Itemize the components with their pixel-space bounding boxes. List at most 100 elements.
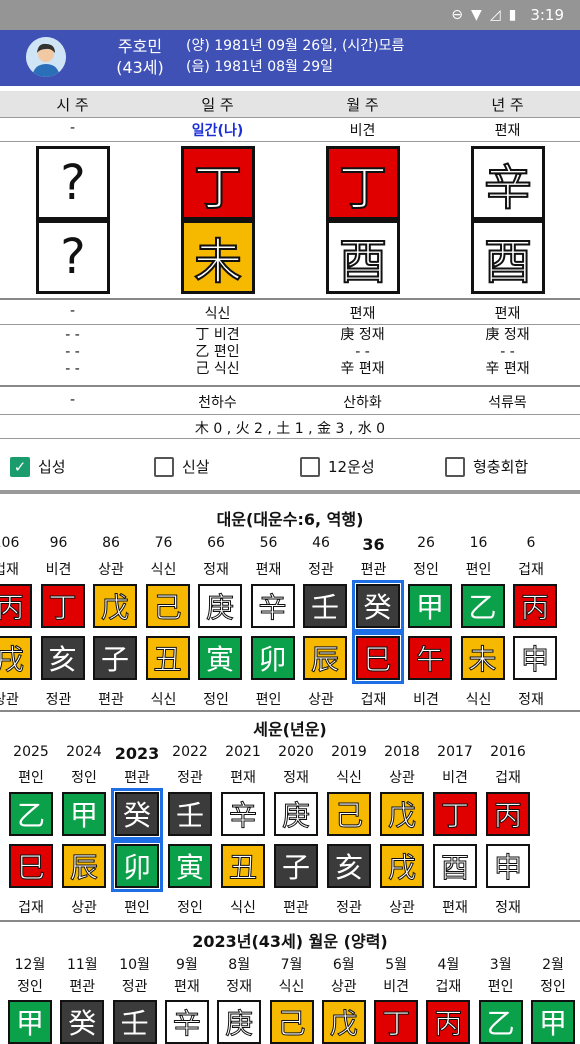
daeun-stem-tile[interactable]: 戊 xyxy=(93,584,137,628)
daeun-stem-tile[interactable]: 丁 xyxy=(40,584,85,628)
wolun-month: 8월 xyxy=(228,957,251,973)
minus-circle-icon: ⊖ xyxy=(451,7,464,23)
seun-top-god: 편재 xyxy=(230,770,256,786)
seun-stem-tile[interactable]: 甲 xyxy=(62,792,106,836)
daeun-branch-tile[interactable]: 卯 xyxy=(250,636,295,680)
seun-branch-tile[interactable]: 卯 xyxy=(111,840,163,892)
daeun-top-god: 상관 xyxy=(98,562,124,578)
daeun-stem-tile[interactable]: 丙 xyxy=(0,584,32,628)
month-stem-tile[interactable]: 丁 xyxy=(326,146,400,220)
seun-stem-tile[interactable]: 戊 xyxy=(380,792,424,836)
wolun-stem-tile[interactable]: 丙 xyxy=(426,1000,471,1044)
seun-branch-tile[interactable]: 酉 xyxy=(433,844,477,888)
option-sipseong[interactable]: ✓ 십성 xyxy=(10,456,66,477)
seun-branch-tile[interactable]: 巳 xyxy=(9,844,53,888)
wolun-month: 12월 xyxy=(14,957,46,973)
seun-stem-tile[interactable]: 庚 xyxy=(274,792,318,836)
seun-branch-tile[interactable]: 戌 xyxy=(380,844,424,888)
daeun-branch-tile[interactable]: 申 xyxy=(513,636,557,680)
seun-top-god: 편인 xyxy=(18,770,44,786)
daeun-stem-tile[interactable]: 癸 xyxy=(351,580,404,632)
seun-stem-tile[interactable]: 丁 xyxy=(433,792,477,836)
hour-stem-tile[interactable]: ? xyxy=(36,146,110,220)
day-branch-tile[interactable]: 未 xyxy=(181,220,255,294)
daeun-branch-tile[interactable]: 戌 xyxy=(0,636,32,680)
daeun-top-god: 정재 xyxy=(203,562,229,578)
checkbox-icon[interactable] xyxy=(300,456,320,477)
day-stem-tile[interactable]: 丁 xyxy=(181,146,255,220)
seun-stem-tile[interactable]: 辛 xyxy=(221,792,265,836)
wolun-stem-tile[interactable]: 戊 xyxy=(321,1000,366,1044)
seun-branch-tile[interactable]: 申 xyxy=(486,844,530,888)
wolun-stem-tile[interactable]: 己 xyxy=(269,1000,314,1044)
daeun-branch-tile[interactable]: 寅 xyxy=(198,636,242,680)
seun-branch-tile[interactable]: 亥 xyxy=(327,844,371,888)
wolun-stem-tile[interactable]: 癸 xyxy=(60,1000,105,1044)
daeun-branch-tile[interactable]: 亥 xyxy=(40,636,85,680)
daeun-branch-tile[interactable]: 子 xyxy=(93,636,137,680)
wolun-title: 2023년(43세) 월운 (양력) xyxy=(192,932,388,951)
daeun-branch-tile[interactable]: 未 xyxy=(460,636,505,680)
seun-top-god: 정인 xyxy=(71,770,97,786)
daeun-bottom-god: 편인 xyxy=(255,692,282,708)
option-12unseong[interactable]: 12운성 xyxy=(300,456,375,477)
daeun-top-god: 정관 xyxy=(308,562,334,578)
daeun-bottom-god: 편관 xyxy=(98,692,124,708)
wolun-stem-tile[interactable]: 乙 xyxy=(478,1000,523,1044)
daeun-top-god: 편인 xyxy=(465,562,492,578)
seun-branch-tile[interactable]: 寅 xyxy=(168,844,212,888)
year-branch-tile[interactable]: 酉 xyxy=(471,220,545,294)
branch-god-year: 편재 xyxy=(494,306,521,322)
daeun-age: 106 xyxy=(0,535,20,551)
seun-stem-tile[interactable]: 己 xyxy=(327,792,371,836)
seun-branch-tile[interactable]: 子 xyxy=(274,844,318,888)
seun-branch-tile[interactable]: 辰 xyxy=(62,844,106,888)
wolun-stem-tile[interactable]: 壬 xyxy=(112,1000,157,1044)
wolun-stem-tile[interactable]: 丁 xyxy=(374,1000,419,1044)
wolun-top-god: 정재 xyxy=(226,979,253,995)
branch-god-month: 편재 xyxy=(349,306,376,322)
seun-branch-tile[interactable]: 丑 xyxy=(221,844,265,888)
seun-stem-tile[interactable]: 丙 xyxy=(486,792,530,836)
daeun-bottom-god: 겁재 xyxy=(360,692,387,708)
daeun-branch-tile[interactable]: 辰 xyxy=(303,636,347,680)
daeun-stem-tile[interactable]: 庚 xyxy=(198,584,242,628)
option-sinsal[interactable]: 신살 xyxy=(154,456,210,477)
daeun-bottom-god: 상관 xyxy=(308,692,334,708)
seun-year: 2016 xyxy=(490,744,526,760)
year-stem-tile[interactable]: 辛 xyxy=(471,146,545,220)
daeun-top-god: 비견 xyxy=(45,562,72,578)
daeun-age: 76 xyxy=(154,535,173,551)
checkbox-icon[interactable] xyxy=(445,456,465,477)
seun-stem-tile[interactable]: 癸 xyxy=(111,788,163,840)
seun-top-god: 정관 xyxy=(177,770,203,786)
daeun-stem-tile[interactable]: 壬 xyxy=(303,584,347,628)
seun-year: 2023 xyxy=(114,744,160,763)
wifi-icon: ▼ xyxy=(471,7,482,23)
wolun-stem-tile[interactable]: 辛 xyxy=(164,1000,209,1044)
status-bar: ⊖ ▼ ◿ ▮ 3:19 xyxy=(0,0,580,30)
profile-header[interactable]: 주호민 (43세) (양) 1981년 09월 26일, (시간)모름 (음) … xyxy=(0,30,580,86)
seun-top-god: 편관 xyxy=(124,770,150,786)
daeun-stem-tile[interactable]: 丙 xyxy=(513,584,557,628)
daeun-top-god: 겁재 xyxy=(518,562,544,578)
seun-title: 세운(년운) xyxy=(253,720,327,739)
wolun-stem-tile[interactable]: 甲 xyxy=(8,1000,52,1044)
checkbox-checked-icon[interactable]: ✓ xyxy=(10,456,30,477)
hour-branch-tile[interactable]: ? xyxy=(36,220,110,294)
seun-stem-tile[interactable]: 乙 xyxy=(9,792,53,836)
daeun-branch-tile[interactable]: 午 xyxy=(408,636,452,680)
daeun-stem-tile[interactable]: 辛 xyxy=(250,584,295,628)
daeun-stem-tile[interactable]: 乙 xyxy=(460,584,505,628)
checkbox-icon[interactable] xyxy=(154,456,174,477)
daeun-stem-tile[interactable]: 甲 xyxy=(408,584,452,628)
seun-stem-tile[interactable]: 壬 xyxy=(168,792,212,836)
seun-top-god: 겁재 xyxy=(495,770,521,786)
daeun-stem-tile[interactable]: 己 xyxy=(145,584,190,628)
wolun-stem-tile[interactable]: 庚 xyxy=(217,1000,262,1044)
wolun-stem-tile[interactable]: 甲 xyxy=(531,1000,575,1044)
month-branch-tile[interactable]: 酉 xyxy=(326,220,400,294)
daeun-branch-tile[interactable]: 巳 xyxy=(351,632,404,684)
daeun-branch-tile[interactable]: 丑 xyxy=(145,636,190,680)
option-hyeongchung[interactable]: 형충회합 xyxy=(445,456,528,477)
